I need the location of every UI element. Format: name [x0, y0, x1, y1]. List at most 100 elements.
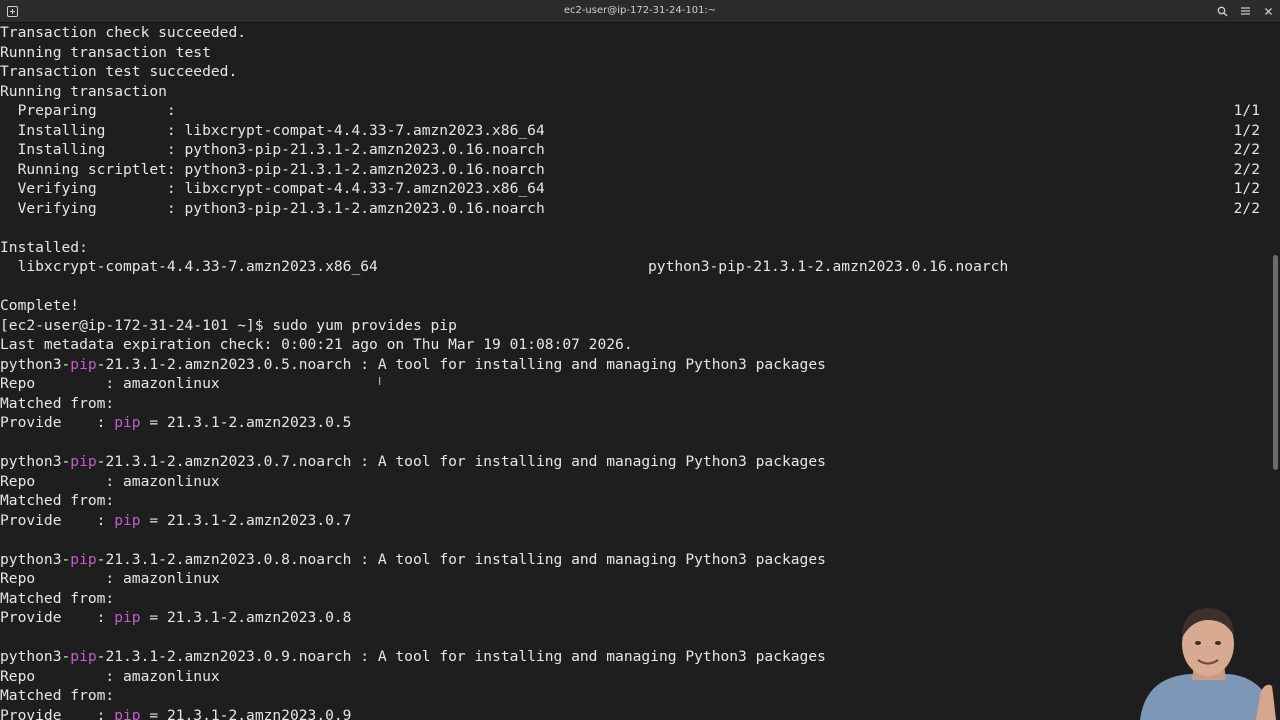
- line-text: Installing : python3-pip-21.3.1-2.amzn20…: [0, 141, 545, 158]
- terminal-line: python3-pip-21.3.1-2.amzn2023.0.5.noarch…: [0, 355, 1268, 375]
- line-text: = 21.3.1-2.amzn2023.0.8: [140, 609, 352, 626]
- progress-count: 2/2: [1233, 160, 1260, 178]
- terminal-line: Matched from:: [0, 589, 1268, 609]
- line-text: Provide :: [0, 414, 115, 431]
- terminal-line: Provide : pip = 21.3.1-2.amzn2023.0.9: [0, 706, 1268, 720]
- terminal-line: Matched from:: [0, 394, 1268, 414]
- terminal-line: Complete!: [0, 296, 1268, 316]
- terminal-line: Running scriptlet: python3-pip-21.3.1-2.…: [0, 160, 1268, 180]
- line-text: Verifying : python3-pip-21.3.1-2.amzn202…: [0, 199, 545, 217]
- match-highlight: pip: [70, 550, 97, 568]
- match-highlight: pip: [114, 414, 141, 431]
- line-text: [ec2-user@ip-172-31-24-101 ~]$ sudo yum …: [0, 316, 457, 334]
- line-text: Complete!: [0, 297, 80, 314]
- terminal-line: python3-pip-21.3.1-2.amzn2023.0.7.noarch…: [0, 452, 1268, 472]
- match-highlight: pip: [70, 648, 97, 665]
- line-text: = 21.3.1-2.amzn2023.0.7: [140, 511, 352, 529]
- line-text: Matched from:: [0, 394, 115, 412]
- line-text: Provide :: [0, 511, 115, 529]
- line-text: = 21.3.1-2.amzn2023.0.5: [140, 414, 352, 431]
- line-text: -21.3.1-2.amzn2023.0.9.noarch : A tool f…: [96, 648, 826, 665]
- close-icon[interactable]: [1260, 3, 1276, 19]
- line-text: python3-: [0, 648, 71, 665]
- progress-count: 2/2: [1233, 199, 1260, 217]
- line-text: = 21.3.1-2.amzn2023.0.9: [140, 706, 352, 720]
- terminal-line: Repo : amazonlinux: [0, 667, 1268, 687]
- line-text: Verifying : libxcrypt-compat-4.4.33-7.am…: [0, 180, 545, 197]
- terminal-line: libxcrypt-compat-4.4.33-7.amzn2023.x86_6…: [0, 257, 1268, 277]
- text-cursor-icon: I: [378, 375, 382, 388]
- hamburger-menu-icon[interactable]: [1237, 3, 1253, 19]
- line-text: Running transaction test: [0, 43, 211, 61]
- title-bar: ec2-user@ip-172-31-24-101:~: [0, 0, 1280, 23]
- terminal-line: python3-pip-21.3.1-2.amzn2023.0.9.noarch…: [0, 647, 1268, 667]
- line-text: python3-: [0, 550, 71, 568]
- terminal-line: Installed:: [0, 238, 1268, 258]
- terminal-line: Running transaction test: [0, 43, 1268, 63]
- line-text: Transaction check succeeded.: [0, 24, 247, 41]
- line-text: -21.3.1-2.amzn2023.0.7.noarch : A tool f…: [96, 453, 826, 470]
- line-text: Matched from:: [0, 687, 115, 704]
- line-text: -21.3.1-2.amzn2023.0.5.noarch : A tool f…: [96, 355, 826, 373]
- terminal-line: Installing : python3-pip-21.3.1-2.amzn20…: [0, 140, 1268, 160]
- line-text: Matched from:: [0, 492, 115, 509]
- line-text: Provide :: [0, 706, 115, 720]
- terminal-line: Provide : pip = 21.3.1-2.amzn2023.0.7: [0, 511, 1268, 531]
- match-highlight: pip: [114, 706, 141, 720]
- line-text: Repo : amazonlinux: [0, 375, 220, 392]
- window-title: ec2-user@ip-172-31-24-101:~: [563, 5, 717, 16]
- terminal-line: Verifying : libxcrypt-compat-4.4.33-7.am…: [0, 179, 1268, 199]
- terminal-line: Provide : pip = 21.3.1-2.amzn2023.0.5: [0, 413, 1268, 433]
- terminal-window: ec2-user@ip-172-31-24-101:~ Transaction …: [0, 0, 1280, 720]
- line-text: Installed:: [0, 238, 88, 256]
- line-text: python3-: [0, 355, 71, 373]
- progress-count: 1/2: [1233, 180, 1260, 197]
- line-text: Matched from:: [0, 589, 115, 607]
- terminal-line: Provide : pip = 21.3.1-2.amzn2023.0.8: [0, 608, 1268, 628]
- terminal-line: Repo : amazonlinux: [0, 472, 1268, 492]
- line-text: Transaction test succeeded.: [0, 63, 238, 80]
- match-highlight: pip: [114, 511, 141, 529]
- terminal-line: Transaction check succeeded.: [0, 23, 1268, 43]
- terminal-line: python3-pip-21.3.1-2.amzn2023.0.8.noarch…: [0, 550, 1268, 570]
- line-text: Repo : amazonlinux: [0, 570, 220, 587]
- line-text: Installing : libxcrypt-compat-4.4.33-7.a…: [0, 121, 545, 139]
- terminal-line: Transaction test succeeded.: [0, 62, 1268, 82]
- installed-package: python3-pip-21.3.1-2.amzn2023.0.16.noarc…: [648, 258, 1009, 275]
- terminal-line: Repo : amazonlinux: [0, 374, 1268, 394]
- scrollbar-thumb[interactable]: [1273, 255, 1278, 470]
- line-text: Running transaction: [0, 82, 167, 100]
- progress-count: 2/2: [1233, 141, 1260, 158]
- line-text: Provide :: [0, 609, 115, 626]
- line-text: Repo : amazonlinux: [0, 667, 220, 685]
- terminal-output[interactable]: Transaction check succeeded. Running tran…: [0, 23, 1268, 720]
- search-icon[interactable]: [1214, 3, 1230, 19]
- line-text: Preparing :: [0, 102, 176, 119]
- terminal-line: Preparing : 1/1: [0, 101, 1268, 121]
- terminal-line: Matched from:: [0, 491, 1268, 511]
- line-text: -21.3.1-2.amzn2023.0.8.noarch : A tool f…: [96, 550, 826, 568]
- match-highlight: pip: [114, 609, 141, 626]
- terminal-line: Matched from:: [0, 686, 1268, 706]
- terminal-line: Last metadata expiration check: 0:00:21 …: [0, 335, 1268, 355]
- terminal-line: Running transaction: [0, 82, 1268, 102]
- match-highlight: pip: [70, 453, 97, 470]
- line-text: Last metadata expiration check: 0:00:21 …: [0, 336, 633, 353]
- terminal-line: Installing : libxcrypt-compat-4.4.33-7.a…: [0, 121, 1268, 141]
- line-text: libxcrypt-compat-4.4.33-7.amzn2023.x86_6…: [0, 258, 378, 275]
- match-highlight: pip: [70, 355, 97, 373]
- line-text: Running scriptlet: python3-pip-21.3.1-2.…: [0, 160, 545, 178]
- progress-count: 1/1: [1233, 102, 1260, 119]
- terminal-line: Verifying : python3-pip-21.3.1-2.amzn202…: [0, 199, 1268, 219]
- terminal-line: Repo : amazonlinux: [0, 569, 1268, 589]
- presenter-webcam-overlay: [1120, 602, 1280, 720]
- line-text: Repo : amazonlinux: [0, 472, 220, 490]
- progress-count: 1/2: [1233, 121, 1260, 139]
- line-text: python3-: [0, 453, 71, 470]
- terminal-line: [ec2-user@ip-172-31-24-101 ~]$ sudo yum …: [0, 316, 1268, 336]
